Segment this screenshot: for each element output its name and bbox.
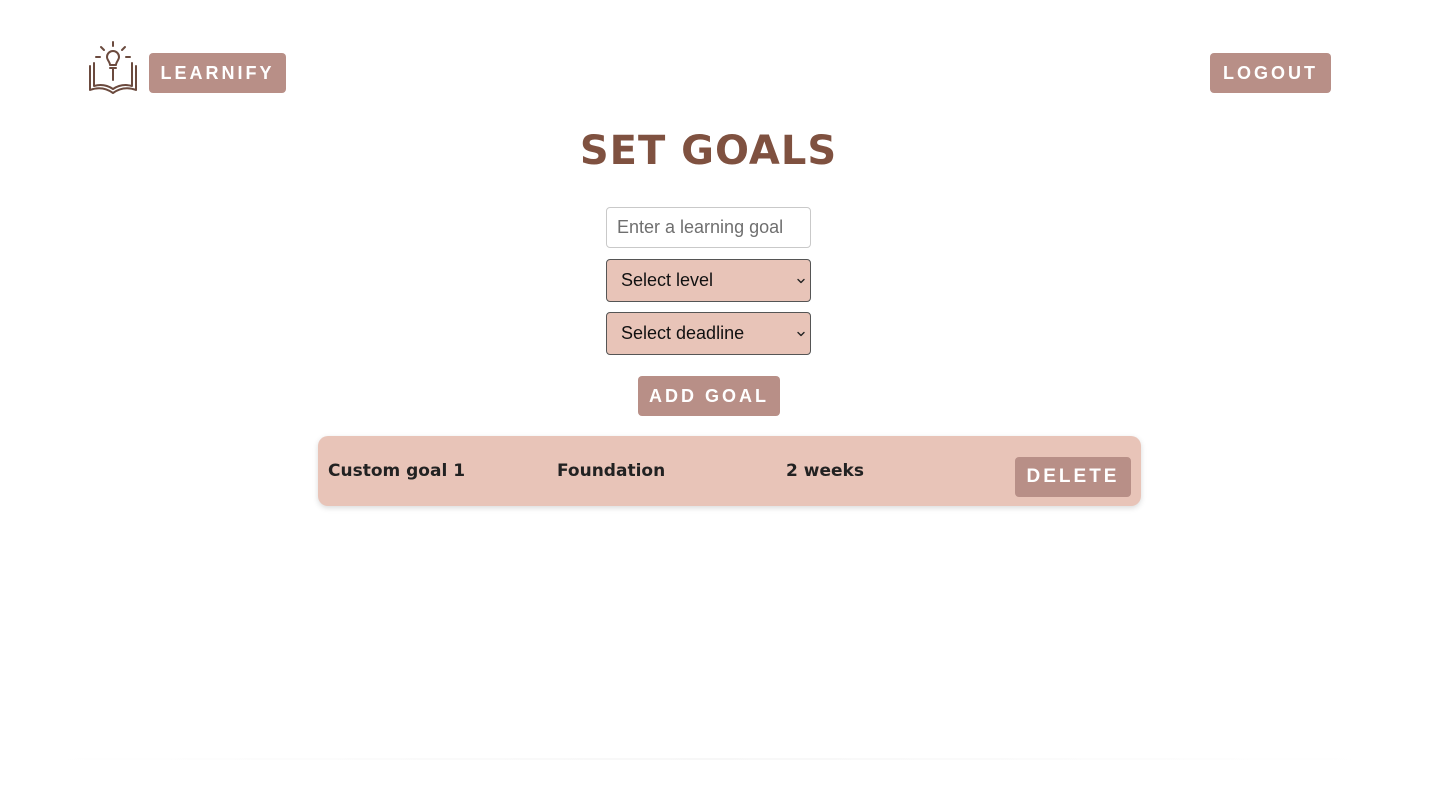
goal-list-item: Custom goal 1 Foundation 2 weeks DELETE: [318, 436, 1141, 506]
footer-divider: [45, 758, 1373, 760]
learning-goal-input[interactable]: [606, 207, 811, 248]
goal-name: Custom goal 1: [328, 461, 466, 481]
chevron-down-icon: [797, 278, 805, 283]
logout-button[interactable]: LOGOUT: [1210, 53, 1331, 93]
deadline-select-value: Select deadline: [621, 323, 745, 343]
add-goal-button[interactable]: ADD GOAL: [638, 376, 780, 416]
delete-goal-button[interactable]: DELETE: [1015, 457, 1131, 497]
brand-button[interactable]: LEARNIFY: [149, 53, 286, 93]
level-select[interactable]: Select level: [606, 259, 811, 302]
level-select-value: Select level: [621, 270, 714, 290]
deadline-select[interactable]: Select deadline: [606, 312, 811, 355]
goal-level: Foundation: [557, 461, 666, 481]
goal-deadline: 2 weeks: [786, 461, 864, 481]
book-lightbulb-icon: [89, 41, 137, 94]
set-goals-page: LEARNIFY LOGOUT SET GOALS Select level S…: [0, 0, 1448, 808]
page-title: SET GOALS: [579, 128, 838, 174]
chevron-down-icon: [797, 331, 805, 336]
